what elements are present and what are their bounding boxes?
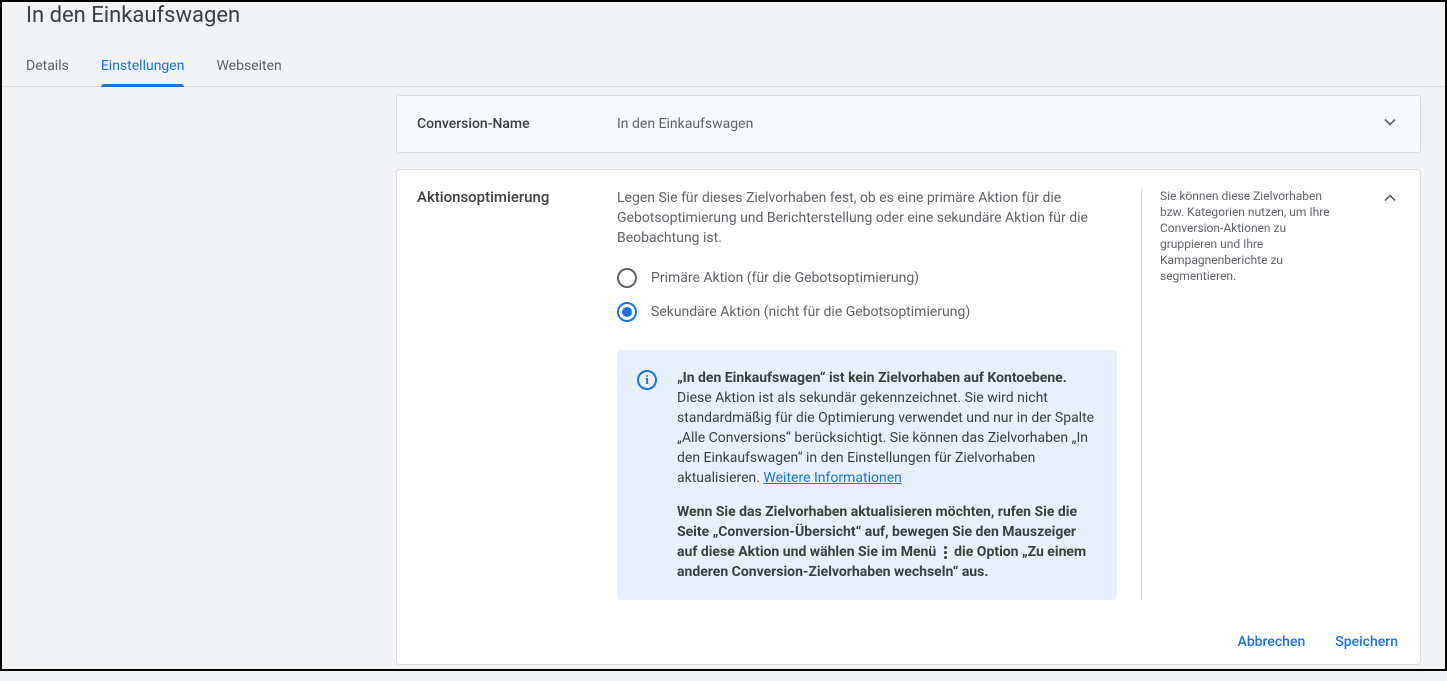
action-optimization-card: Aktionsoptimierung Legen Sie für dieses … xyxy=(396,169,1421,665)
info-bold-lead: „In den Einkaufswagen“ ist kein Zielvorh… xyxy=(677,370,1067,386)
tabs: Details Einstellungen Webseiten xyxy=(2,48,1445,87)
action-optimization-label: Aktionsoptimierung xyxy=(417,188,617,206)
radio-secondary-action[interactable]: Sekundäre Aktion (nicht für die Gebotsop… xyxy=(617,302,1117,322)
tab-settings[interactable]: Einstellungen xyxy=(101,48,185,86)
info-icon: i xyxy=(637,370,657,390)
chevron-down-icon xyxy=(1380,112,1400,136)
side-help-text: Sie können diese Zielvorhaben bzw. Kateg… xyxy=(1160,188,1343,284)
info-box: i „In den Einkaufswagen“ ist kein Zielvo… xyxy=(617,350,1117,600)
info-paragraph-2: Wenn Sie das Zielvorhaben aktualisieren … xyxy=(677,502,1097,582)
info-paragraph-1: „In den Einkaufswagen“ ist kein Zielvorh… xyxy=(677,368,1097,488)
conversion-name-label: Conversion-Name xyxy=(417,116,617,132)
more-info-link[interactable]: Weitere Informationen xyxy=(763,470,901,486)
radio-secondary-label: Sekundäre Aktion (nicht für die Gebotsop… xyxy=(651,304,970,320)
conversion-name-value: In den Einkaufswagen xyxy=(617,116,1380,132)
radio-icon xyxy=(617,268,637,288)
tab-webpages[interactable]: Webseiten xyxy=(216,48,281,86)
more-vert-icon xyxy=(944,546,947,559)
radio-primary-action[interactable]: Primäre Aktion (für die Gebotsoptimierun… xyxy=(617,268,1117,288)
chevron-up-icon[interactable] xyxy=(1380,188,1400,212)
save-button[interactable]: Speichern xyxy=(1335,634,1398,650)
radio-primary-label: Primäre Aktion (für die Gebotsoptimierun… xyxy=(651,270,919,286)
conversion-name-card[interactable]: Conversion-Name In den Einkaufswagen xyxy=(396,95,1421,153)
tab-details[interactable]: Details xyxy=(26,48,69,86)
radio-icon-selected xyxy=(617,302,637,322)
cancel-button[interactable]: Abbrechen xyxy=(1238,634,1306,650)
page-title: In den Einkaufswagen xyxy=(26,2,1421,30)
action-optimization-description: Legen Sie für dieses Zielvorhaben fest, … xyxy=(617,188,1117,248)
